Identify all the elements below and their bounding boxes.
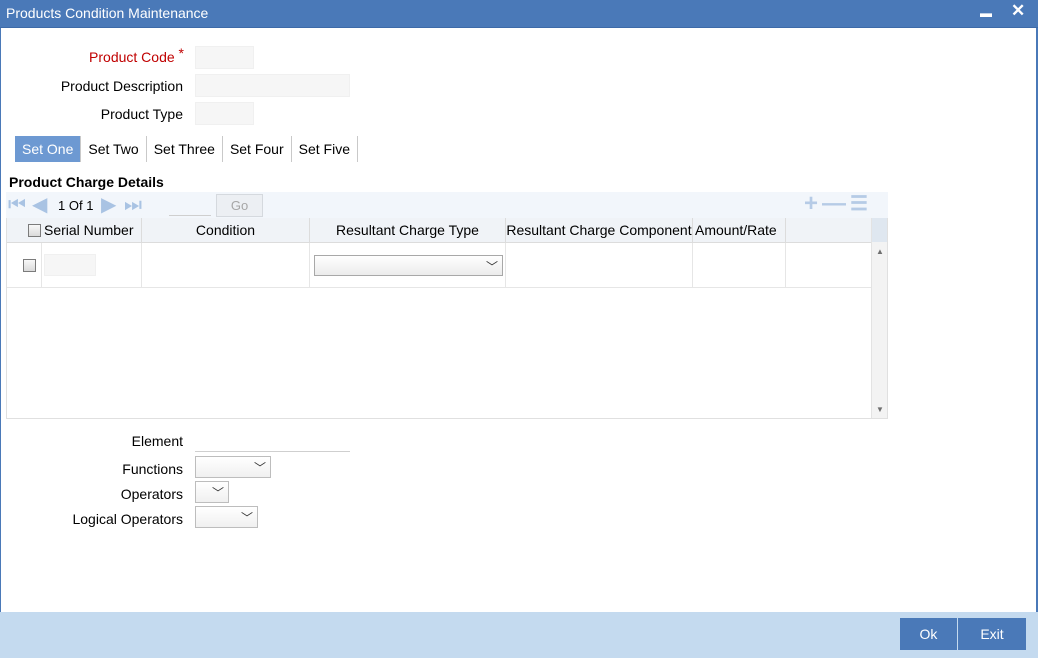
scroll-down-icon[interactable]: ▼ xyxy=(876,405,884,414)
element-label: Element xyxy=(131,433,183,449)
window-frame-left xyxy=(0,28,1,612)
grid-tools: + — ☰ xyxy=(804,192,868,216)
product-type-field[interactable] xyxy=(195,102,254,125)
column-condition: Condition xyxy=(142,218,310,243)
table-row: ﹀ xyxy=(7,243,873,288)
functions-select[interactable]: ﹀ xyxy=(195,456,271,478)
column-amount-rate: Amount/Rate xyxy=(693,218,786,243)
chevron-down-icon: ﹀ xyxy=(240,511,253,525)
row-select-cell xyxy=(7,243,42,288)
page-number-input[interactable] xyxy=(169,194,211,216)
charge-details-title: Product Charge Details xyxy=(9,174,164,190)
close-icon[interactable]: ✕ xyxy=(1011,1,1025,21)
last-page-icon[interactable]: ⏭ xyxy=(124,192,142,218)
chevron-down-icon: ﹀ xyxy=(211,486,224,500)
footer-bar: Ok Exit xyxy=(0,612,1038,658)
product-type-label: Product Type xyxy=(100,106,183,122)
next-page-icon[interactable]: ▶ xyxy=(101,192,116,218)
tab-set-one[interactable]: Set One xyxy=(15,136,82,162)
page-current: 1 xyxy=(58,198,66,213)
tab-set-two[interactable]: Set Two xyxy=(81,136,147,162)
chevron-down-icon: ﹀ xyxy=(485,260,498,274)
grid-scrollbar[interactable]: ▲ ▼ xyxy=(871,218,887,418)
operators-label: Operators xyxy=(120,486,183,502)
tab-set-three[interactable]: Set Three xyxy=(147,136,223,162)
element-field[interactable] xyxy=(195,429,350,452)
logical-operators-label: Logical Operators xyxy=(72,511,183,527)
go-button[interactable]: Go xyxy=(216,194,263,217)
grid-header: Serial Number Condition Resultant Charge… xyxy=(7,218,873,243)
resultant-charge-component-cell[interactable] xyxy=(506,243,693,288)
serial-number-cell xyxy=(42,243,142,288)
serial-number-input[interactable] xyxy=(44,254,96,276)
row-details-icon[interactable]: ☰ xyxy=(850,194,868,216)
pager-toolbar: ⏮ ◀ 1 Of 1 ▶ ⏭ Go + — ☰ xyxy=(6,192,888,218)
resultant-charge-type-cell: ﹀ xyxy=(310,243,506,288)
product-code-label-text: Product Code xyxy=(89,49,175,65)
column-resultant-charge-type: Resultant Charge Type xyxy=(310,218,506,243)
window-titlebar: Products Condition Maintenance ▬ ✕ xyxy=(0,0,1038,28)
page-total: 1 xyxy=(86,198,94,213)
product-description-label: Product Description xyxy=(60,78,183,94)
add-row-icon[interactable]: + xyxy=(804,192,818,216)
row-checkbox[interactable] xyxy=(23,259,36,272)
resultant-charge-type-select[interactable]: ﹀ xyxy=(314,255,503,276)
column-resultant-charge-component: Resultant Charge Component xyxy=(506,218,693,243)
product-code-field[interactable] xyxy=(195,46,254,69)
required-marker: * xyxy=(178,45,184,61)
product-description-field[interactable] xyxy=(195,74,350,97)
amount-rate-cell[interactable] xyxy=(693,243,786,288)
exit-button[interactable]: Exit xyxy=(958,618,1026,650)
previous-page-icon[interactable]: ◀ xyxy=(32,192,47,218)
operators-select[interactable]: ﹀ xyxy=(195,481,229,503)
page-indicator: 1 Of 1 xyxy=(58,198,93,213)
page-of-label: Of xyxy=(68,198,83,213)
ok-button[interactable]: Ok xyxy=(900,618,957,650)
scroll-up-icon[interactable]: ▲ xyxy=(876,247,884,256)
scrollbar-thumb[interactable] xyxy=(872,218,887,242)
charge-details-grid: Serial Number Condition Resultant Charge… xyxy=(6,218,888,419)
select-all-checkbox[interactable] xyxy=(28,224,41,237)
set-tabs: Set One Set Two Set Three Set Four Set F… xyxy=(15,136,358,162)
delete-row-icon[interactable]: — xyxy=(822,192,846,216)
first-page-icon[interactable]: ⏮ xyxy=(8,192,26,218)
column-serial-number: Serial Number xyxy=(44,222,134,238)
chevron-down-icon: ﹀ xyxy=(253,461,266,475)
functions-label: Functions xyxy=(122,461,183,477)
grid-header-serial: Serial Number xyxy=(7,218,142,243)
condition-cell[interactable] xyxy=(142,243,310,288)
logical-operators-select[interactable]: ﹀ xyxy=(195,506,258,528)
tab-set-four[interactable]: Set Four xyxy=(223,136,292,162)
window-title: Products Condition Maintenance xyxy=(6,5,209,21)
minimize-icon[interactable]: ▬ xyxy=(980,6,992,20)
tab-set-five[interactable]: Set Five xyxy=(292,136,358,162)
product-code-label: Product Code * xyxy=(60,45,184,65)
